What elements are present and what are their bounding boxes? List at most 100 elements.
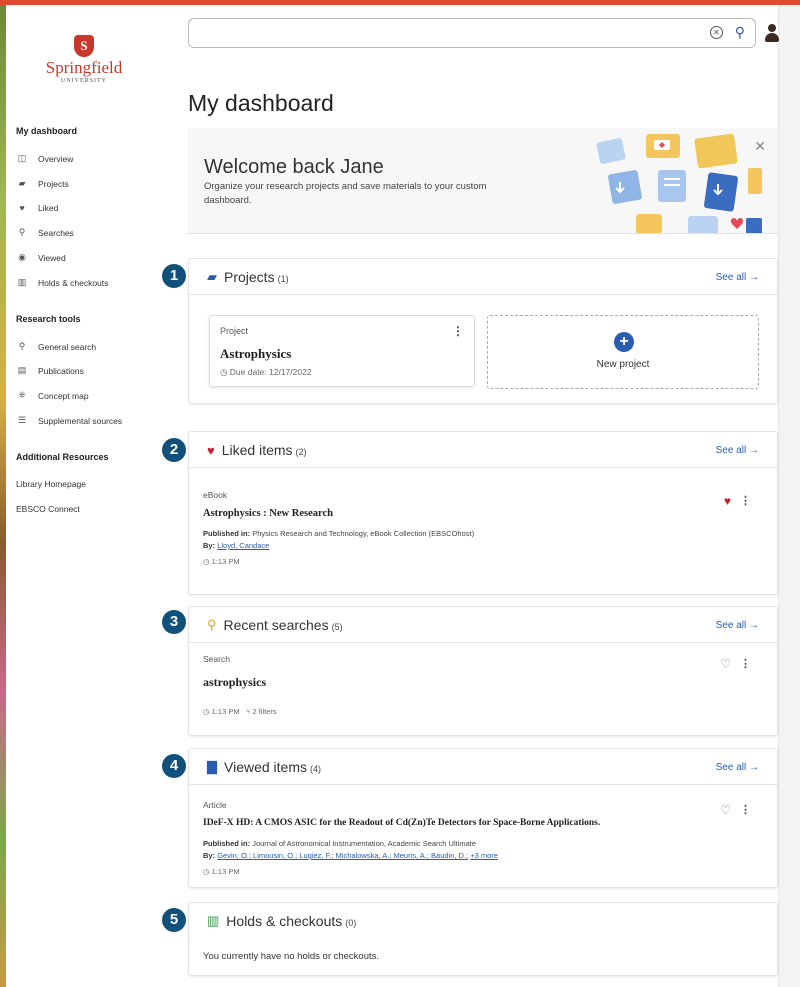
published-in: Published in: Journal of Astronomical In…	[203, 839, 477, 848]
search-icon: ⚲	[207, 617, 217, 632]
sidebar-item-label: Overview	[38, 153, 74, 164]
sidebar-item-concept-map[interactable]: ⁜ Concept map	[16, 390, 89, 401]
new-project-button[interactable]: + New project	[487, 315, 759, 389]
list-icon: ☰	[17, 415, 27, 425]
card-header: ▥ Holds & checkouts (0)	[189, 903, 777, 939]
sidebar-item-projects[interactable]: ▰ Projects	[16, 178, 69, 189]
folder-icon: ▰	[207, 269, 217, 284]
more-options-icon[interactable]: ⋮	[740, 657, 751, 670]
see-all-link[interactable]: See all →	[716, 620, 759, 631]
document-icon: ▤	[17, 365, 27, 375]
search-icon[interactable]: ⚲	[735, 24, 745, 41]
filter-count: 2 filters	[252, 707, 277, 716]
concept-map-icon: ⁜	[18, 390, 26, 400]
author-link[interactable]: Lloyd, Candace	[217, 541, 269, 550]
sidebar-heading-additional-resources: Additional Resources	[16, 452, 109, 462]
liked-items-card: ♥ Liked items (2) See all → eBook Astrophy…	[188, 431, 778, 595]
clear-icon[interactable]: ✕	[710, 26, 723, 39]
timestamp: ◷ 1:13 PM	[203, 867, 240, 876]
card-header: ▰ Projects (1) See all →	[189, 259, 777, 295]
sidebar-link-ebsco-connect[interactable]: EBSCO Connect	[16, 504, 80, 514]
step-number-badge: 1	[162, 264, 186, 288]
welcome-banner: Welcome back Jane Organize your research…	[188, 128, 778, 234]
step-number-badge: 3	[162, 610, 186, 634]
sidebar-item-general-search[interactable]: ⚲ General search	[16, 341, 96, 352]
close-icon[interactable]: ✕	[754, 138, 766, 155]
item-title-link[interactable]: Astrophysics : New Research	[203, 508, 333, 519]
project-card[interactable]: Project Astrophysics ◷ Due date: 12/17/2…	[209, 315, 475, 387]
sidebar-item-viewed[interactable]: ◉ Viewed	[16, 252, 66, 263]
card-title: Projects	[224, 269, 275, 285]
sidebar-item-label: Publications	[38, 365, 84, 376]
sidebar-item-overview[interactable]: ◫ Overview	[16, 153, 74, 164]
more-options-icon[interactable]: ⋮	[452, 324, 464, 338]
step-number-badge: 4	[162, 754, 186, 778]
search-bar: ✕ ⚲	[188, 18, 756, 48]
heart-icon: ♥	[207, 442, 215, 458]
liked-heart-icon[interactable]: ♥	[724, 494, 731, 508]
item-title-link[interactable]: IDeF-X HD: A CMOS ASIC for the Readout o…	[203, 818, 683, 828]
avatar[interactable]	[765, 24, 779, 42]
clock-icon: ◷	[220, 367, 230, 377]
sidebar-item-label: Viewed	[38, 252, 66, 263]
due-date-text: Due date: 12/17/2022	[229, 367, 312, 377]
card-title: Liked items	[221, 442, 293, 458]
dashboard-illustration	[596, 133, 762, 233]
university-logo[interactable]: S Springfield UNIVERSITY	[34, 35, 134, 84]
see-all-link[interactable]: See all →	[716, 445, 759, 456]
books-icon: ▥	[17, 277, 27, 287]
card-header: ▇ Viewed items (4) See all →	[189, 749, 777, 785]
welcome-text: Organize your research projects and save…	[204, 181, 487, 206]
sidebar-item-supplemental-sources[interactable]: ☰ Supplemental sources	[16, 415, 122, 426]
more-options-icon[interactable]: ⋮	[740, 494, 751, 507]
heart-outline-icon[interactable]: ♡	[720, 803, 731, 817]
see-all-link[interactable]: See all →	[716, 272, 759, 283]
author-line: By: Gevin, O.; Limousin, O.; Lugiez, F.;…	[203, 851, 498, 860]
sidebar-link-library-homepage[interactable]: Library Homepage	[16, 479, 86, 489]
sidebar-heading-dashboard: My dashboard	[16, 126, 78, 136]
sidebar-item-label: Holds & checkouts	[38, 277, 109, 288]
sidebar-heading-research-tools: Research tools	[16, 314, 81, 324]
viewed-items-card: ▇ Viewed items (4) See all → Article IDeF-…	[188, 748, 778, 888]
recent-searches-card: ⚲ Recent searches (5) See all → Search ast…	[188, 606, 778, 736]
sidebar-item-searches[interactable]: ⚲ Searches	[16, 227, 74, 238]
card-title: Holds & checkouts	[226, 913, 343, 929]
plus-icon: +	[614, 332, 634, 352]
search-icon: ⚲	[18, 227, 26, 237]
sidebar-item-holds[interactable]: ▥ Holds & checkouts	[16, 277, 109, 288]
overview-icon: ◫	[17, 153, 27, 163]
card-header: ⚲ Recent searches (5) See all →	[189, 607, 777, 643]
project-name: Astrophysics	[220, 346, 292, 361]
card-title: Viewed items	[224, 759, 308, 775]
sidebar-item-publications[interactable]: ▤ Publications	[16, 365, 84, 376]
book-icon: ▇	[207, 759, 217, 774]
item-count: (4)	[310, 763, 322, 774]
see-all-link[interactable]: See all →	[716, 762, 759, 773]
more-options-icon[interactable]: ⋮	[740, 803, 751, 816]
eye-icon: ◉	[18, 252, 26, 262]
card-header: ♥ Liked items (2) See all →	[189, 432, 777, 468]
welcome-title: Welcome back Jane	[204, 156, 384, 178]
books-icon: ▥	[207, 913, 220, 928]
sidebar-item-label: Supplemental sources	[38, 415, 123, 426]
item-type: Project	[220, 326, 249, 336]
step-number-badge: 2	[162, 438, 186, 462]
search-query-link[interactable]: astrophysics	[203, 675, 266, 690]
sidebar-item-label: Searches	[38, 227, 74, 238]
sidebar-item-liked[interactable]: ♥ Liked	[16, 203, 58, 213]
author-links[interactable]: Gevin, O.; Limousin, O.; Lugiez, F.; Mic…	[217, 851, 468, 860]
item-count: (1)	[277, 273, 289, 284]
step-number-badge: 5	[162, 908, 186, 932]
shield-icon: S	[74, 35, 94, 57]
heart-outline-icon[interactable]: ♡	[720, 657, 731, 671]
sidebar-item-label: Concept map	[38, 390, 89, 401]
more-authors-link[interactable]: +3 more	[470, 851, 498, 860]
filter-icon: ⑂	[245, 707, 251, 716]
clock-icon: ◷	[203, 557, 210, 566]
item-count: (0)	[345, 917, 357, 928]
search-input[interactable]	[197, 25, 697, 43]
item-type: eBook	[203, 490, 228, 500]
clock-icon: ◷	[203, 867, 210, 876]
projects-card: ▰ Projects (1) See all → Project Astrophys…	[188, 258, 778, 404]
page-title: My dashboard	[188, 90, 334, 116]
